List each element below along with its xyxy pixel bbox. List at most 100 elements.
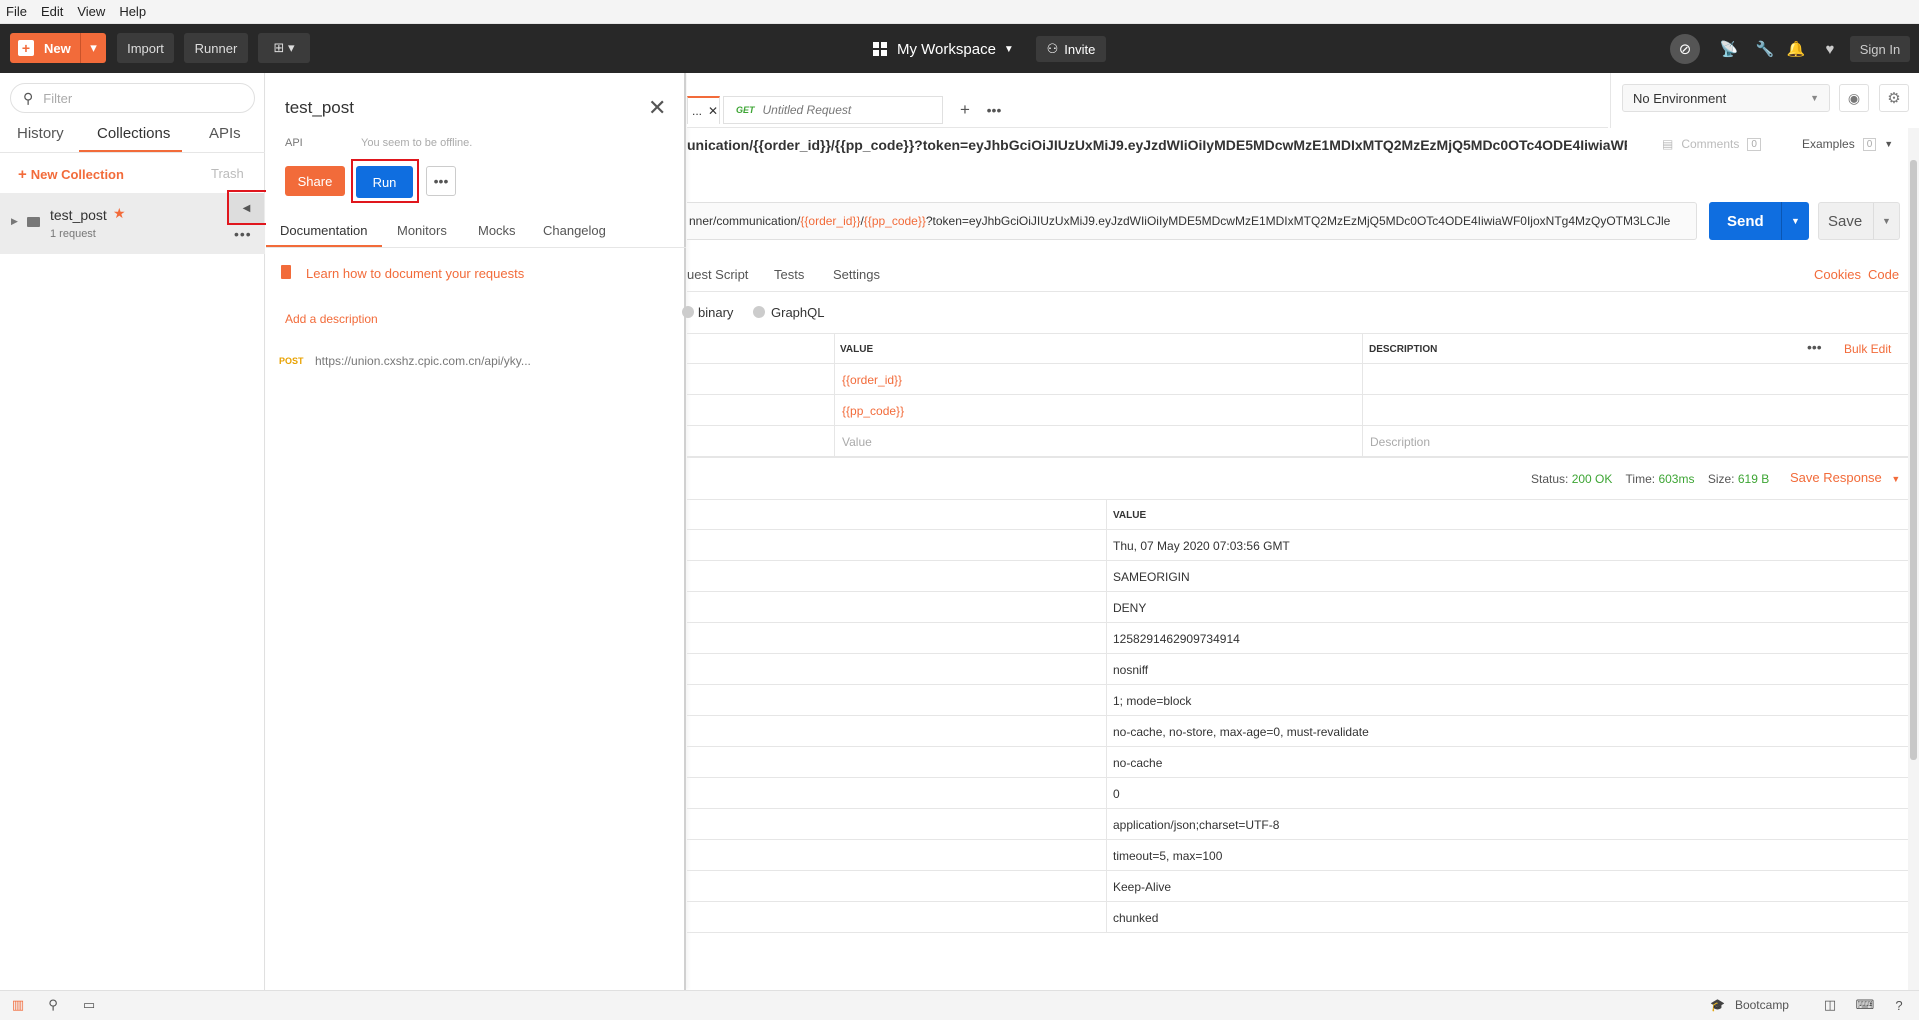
save-response-button[interactable]: Save Response ▼: [1790, 470, 1900, 485]
star-icon[interactable]: ★: [113, 205, 126, 222]
add-description-link[interactable]: Add a description: [285, 312, 378, 326]
learn-docs-link[interactable]: Learn how to document your requests: [306, 266, 524, 281]
response-meta: Status: 200 OK Time: 603ms Size: 619 B: [1531, 472, 1769, 486]
url-text: ?token=eyJhbGciOiJIUzUxMiJ9.eyJzdWIiOiIy…: [925, 214, 1671, 228]
caret-right-icon[interactable]: ▶: [11, 216, 18, 227]
filter-input[interactable]: ⚲ Filter: [10, 83, 255, 113]
runner-button[interactable]: Runner: [184, 33, 248, 63]
add-tab-button[interactable]: +: [952, 99, 978, 121]
new-collection-button[interactable]: + New Collection: [18, 166, 124, 183]
workspace-selector[interactable]: My Workspace ▼: [873, 36, 1014, 62]
column-divider: [834, 333, 835, 457]
request-tab-active[interactable]: ... ✕: [687, 96, 720, 124]
tab-history[interactable]: History: [17, 125, 64, 142]
bootcamp-button[interactable]: 🎓 Bootcamp: [1710, 998, 1789, 1012]
tab-documentation[interactable]: Documentation: [280, 223, 367, 238]
close-icon[interactable]: ✕: [648, 95, 666, 121]
examples-button[interactable]: Examples 0 ▼: [1802, 137, 1893, 151]
import-button[interactable]: Import: [117, 33, 174, 63]
table-row: [687, 685, 1908, 716]
chevron-down-icon: ▼: [1003, 43, 1014, 55]
menu-edit[interactable]: Edit: [41, 4, 63, 19]
header-value: 0: [1113, 787, 1120, 801]
code-link[interactable]: Code: [1868, 267, 1899, 282]
share-button[interactable]: Share: [285, 166, 345, 196]
help-icon[interactable]: ?: [1891, 997, 1907, 1013]
request-tab[interactable]: GET Untitled Request: [723, 96, 943, 124]
grid-icon: [873, 42, 887, 56]
sync-off-icon[interactable]: ⊘: [1670, 34, 1700, 64]
scrollbar-thumb[interactable]: [1910, 160, 1917, 760]
tab-tests[interactable]: Tests: [774, 267, 804, 282]
save-response-label: Save Response: [1790, 470, 1882, 485]
status-value[interactable]: 200 OK: [1572, 472, 1613, 486]
request-url-link[interactable]: https://union.cxshz.cpic.com.cn/api/yky.…: [315, 354, 531, 368]
value-input[interactable]: Value: [842, 435, 872, 449]
comment-icon: ▤: [1662, 137, 1674, 151]
gear-icon[interactable]: ⚙: [1879, 84, 1909, 112]
radio-graphql-label: GraphQL: [771, 305, 825, 320]
new-window-button[interactable]: ⊞ ▾: [258, 33, 310, 63]
radio-binary[interactable]: [682, 306, 694, 318]
bulk-edit-link[interactable]: Bulk Edit: [1844, 342, 1891, 356]
header-value: chunked: [1113, 911, 1159, 925]
time-value[interactable]: 603ms: [1658, 472, 1694, 486]
add-user-icon: ⚇: [1046, 41, 1059, 56]
headers-table-header: [687, 499, 1908, 530]
sidebar-toggle-icon[interactable]: ▥: [10, 997, 26, 1013]
description-input[interactable]: Description: [1370, 435, 1430, 449]
tab-prerequest-script[interactable]: uest Script: [687, 267, 748, 282]
send-button[interactable]: Send ▼: [1709, 202, 1809, 240]
console-icon[interactable]: ▭: [81, 997, 97, 1013]
tab-more-button[interactable]: •••: [981, 99, 1007, 121]
invite-button[interactable]: ⚇ Invite: [1036, 36, 1106, 62]
bell-icon[interactable]: 🔔: [1783, 36, 1809, 62]
trash-button[interactable]: Trash: [211, 166, 244, 181]
satellite-icon[interactable]: 📡: [1716, 36, 1742, 62]
tab-collections[interactable]: Collections: [97, 125, 170, 142]
plus-icon: +: [18, 40, 34, 56]
sign-in-button[interactable]: Sign In: [1850, 36, 1910, 62]
tab-monitors[interactable]: Monitors: [397, 223, 447, 238]
tab-mocks[interactable]: Mocks: [478, 223, 516, 238]
keyboard-icon[interactable]: ⌨: [1856, 997, 1875, 1013]
examples-label: Examples: [1802, 137, 1855, 151]
tab-settings[interactable]: Settings: [833, 267, 880, 282]
search-icon[interactable]: ⚲: [45, 997, 61, 1013]
header-value: application/json;charset=UTF-8: [1113, 818, 1280, 832]
param-value[interactable]: {{pp_code}}: [842, 404, 904, 418]
param-value[interactable]: {{order_id}}: [842, 373, 902, 387]
heart-icon[interactable]: ♥: [1817, 36, 1843, 62]
cookies-link[interactable]: Cookies: [1814, 267, 1861, 282]
more-icon[interactable]: •••: [1807, 339, 1822, 355]
url-input[interactable]: nner/communication/{{order_id}} / {{pp_cod…: [687, 202, 1697, 240]
two-pane-icon[interactable]: ◫: [1822, 997, 1838, 1013]
more-icon: •••: [986, 102, 1002, 118]
menu-file[interactable]: File: [6, 4, 27, 19]
column-header-value: VALUE: [1113, 510, 1147, 521]
radio-graphql[interactable]: [753, 306, 765, 318]
menu-help[interactable]: Help: [119, 4, 146, 19]
environment-select[interactable]: No Environment ▼: [1622, 84, 1830, 112]
collection-count: 1 request: [50, 228, 96, 240]
chevron-down-icon[interactable]: ▾: [80, 33, 106, 63]
tab-apis[interactable]: APIs: [209, 125, 241, 142]
table-row: [687, 778, 1908, 809]
new-button[interactable]: + New ▾: [10, 33, 106, 63]
eye-icon[interactable]: ◉: [1839, 84, 1869, 112]
more-button[interactable]: •••: [426, 166, 456, 196]
menu-view[interactable]: View: [77, 4, 105, 19]
close-icon[interactable]: ✕: [708, 104, 718, 118]
more-icon[interactable]: •••: [234, 226, 252, 242]
chevron-down-icon[interactable]: ▼: [1781, 202, 1809, 240]
table-row: [687, 592, 1908, 623]
save-button[interactable]: Save ▼: [1818, 202, 1900, 240]
comments-button[interactable]: ▤ Comments 0: [1662, 137, 1761, 151]
tab-changelog[interactable]: Changelog: [543, 223, 606, 238]
new-collection-label: New Collection: [30, 167, 124, 182]
wrench-icon[interactable]: 🔧: [1752, 36, 1778, 62]
chevron-down-icon[interactable]: ▼: [1873, 203, 1899, 239]
save-label: Save: [1828, 212, 1863, 230]
size-value[interactable]: 619 B: [1738, 472, 1769, 486]
graduation-cap-icon: 🎓: [1710, 998, 1725, 1012]
